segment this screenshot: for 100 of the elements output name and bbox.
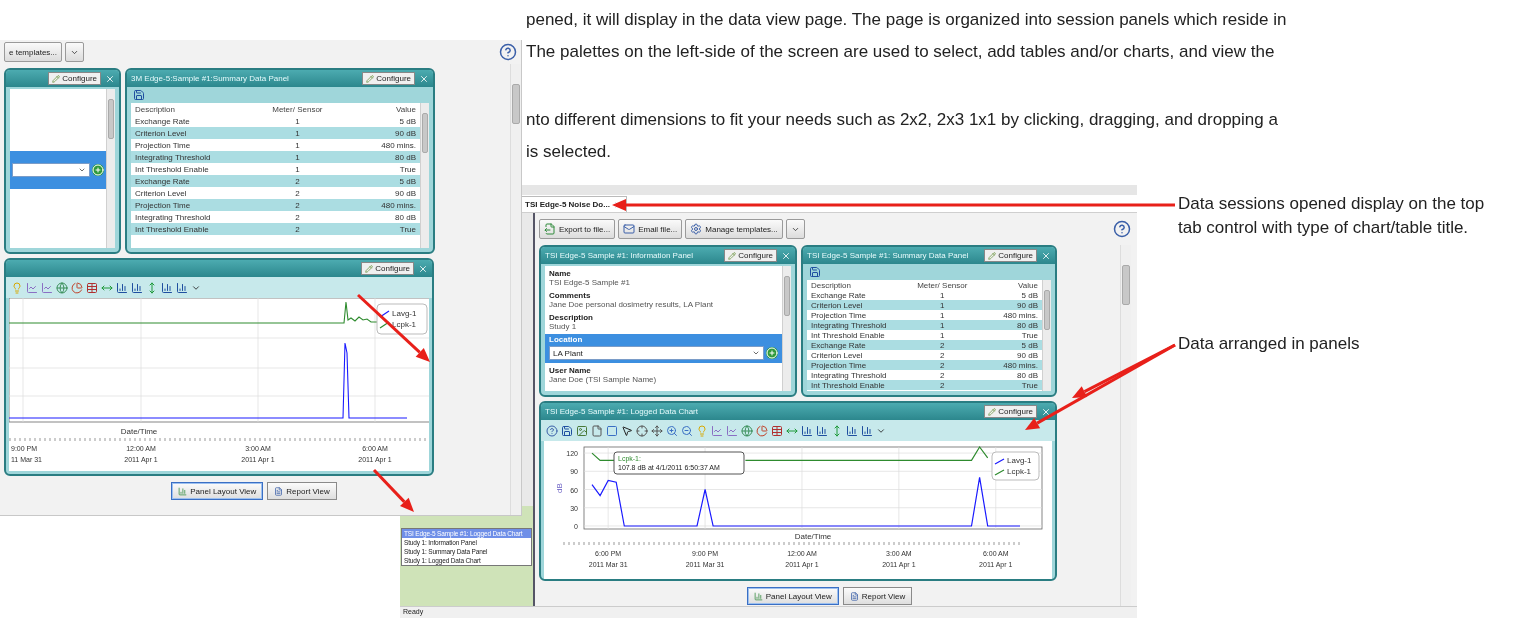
table-cell-text: Integrating Threshold <box>134 152 212 162</box>
table-cell-text: True <box>1020 380 1039 390</box>
table-cell-text: 5 dB <box>398 176 417 186</box>
callout-text: Data arranged in panels <box>1178 333 1361 355</box>
table-cell-text: True <box>398 164 417 174</box>
table-cell-text: 2 <box>939 360 946 370</box>
table-cell-text: 2 <box>939 340 946 350</box>
table-cell-text: Projection Time <box>134 140 192 150</box>
table-cell-text: Exchange Rate <box>134 116 191 126</box>
table-cell-text: Integrating Threshold <box>134 212 212 222</box>
info-field[interactable]: Location LA Plant <box>545 334 782 363</box>
table-cell-text: 5 dB <box>1020 290 1039 300</box>
configure-button[interactable]: Configure <box>724 249 777 262</box>
configure-button[interactable]: Configure <box>362 72 415 85</box>
table-cell-text: 5 dB <box>1020 340 1039 350</box>
table-cell-text: 2 <box>294 176 301 186</box>
column-header: Value <box>395 104 417 114</box>
configure-button[interactable]: Configure <box>48 72 101 85</box>
table-cell-text: Criterion Level <box>810 350 864 360</box>
table-cell-text: 2 <box>939 370 946 380</box>
table-cell-text: Integrating Threshold <box>810 370 888 380</box>
table-cell-text: 2 <box>294 188 301 198</box>
toolbar-button[interactable]: Export to file... <box>539 219 616 239</box>
toolbar-button[interactable]: Email file... <box>618 219 683 239</box>
table-cell-text: Exchange Rate <box>810 340 867 350</box>
table-cell-text: 80 dB <box>1016 370 1039 380</box>
view-button[interactable]: Panel Layout View <box>171 482 264 500</box>
table-cell-text: 1 <box>294 128 301 138</box>
axis-title: Date/Time <box>120 427 158 436</box>
field-label: Name <box>549 269 572 278</box>
table-cell-text: Criterion Level <box>134 128 188 138</box>
configure-button[interactable]: Configure <box>984 405 1037 418</box>
info-field[interactable]: Description Study 1 <box>545 312 782 332</box>
panel-title: TSI Edge-5 Sample #1: Information Panel <box>545 251 695 260</box>
configure-button[interactable]: Configure <box>361 262 414 275</box>
table-cell-text: Int Threshold Enable <box>134 224 210 234</box>
table-cell-text: 1 <box>939 330 946 340</box>
column-header: Description <box>134 104 176 114</box>
info-field[interactable]: Name TSI Edge-5 Sample #1 <box>545 268 782 288</box>
table-cell-text: 80 dB <box>1016 320 1039 330</box>
field-value: Study 1 <box>549 322 578 331</box>
column-header: Meter/ Sensor <box>916 280 969 290</box>
table-cell-text: 480 mins. <box>380 140 417 150</box>
axis-title: dB <box>555 483 564 493</box>
view-button[interactable]: Panel Layout View <box>746 587 839 605</box>
table-cell-text: 80 dB <box>394 152 417 162</box>
callout-text: Data sessions opened display on the top tab control with type of chart/table title. <box>1178 193 1486 239</box>
toolbar-button[interactable]: Manage templates... <box>685 219 783 239</box>
legend-label: Lavg-1 <box>392 309 417 318</box>
table-cell-text: 1 <box>939 300 946 310</box>
table-cell-text: 90 dB <box>394 128 417 138</box>
body-text: nto different dimensions to fit your needs such as 2x2, 2x3 1x1 by clicking, dragging, and dropping a <box>526 109 1279 131</box>
legend-label: Lavg-1 <box>1007 456 1032 465</box>
info-field[interactable]: Comments Jane Doe personal dosimetry results, LA Plant <box>545 290 782 310</box>
legend-label: Lcpk-1 <box>392 320 416 329</box>
table-cell-text: 1 <box>294 140 301 150</box>
templates-button[interactable]: e templates... <box>4 42 63 62</box>
table-cell-text: Projection Time <box>134 200 192 210</box>
table-cell-text: 90 dB <box>1016 300 1039 310</box>
legend-label: Lcpk-1 <box>1007 467 1031 476</box>
table-cell-text: Int Threshold Enable <box>134 164 210 174</box>
table-cell-text: 90 dB <box>1016 350 1039 360</box>
field-label: Description <box>549 313 594 322</box>
table-cell-text: 480 mins. <box>1002 360 1039 370</box>
column-header: Description <box>810 280 852 290</box>
table-cell-text: 480 mins. <box>1002 310 1039 320</box>
configure-button[interactable]: Configure <box>984 249 1037 262</box>
table-cell-text: 2 <box>294 212 301 222</box>
view-button[interactable]: Report View <box>842 587 913 605</box>
table-cell-text: 5 dB <box>398 116 417 126</box>
field-label: User Name <box>549 366 592 375</box>
panel-title: TSI Edge-5 Sample #1: Summary Data Panel <box>807 251 970 260</box>
table-cell-text: 2 <box>294 224 301 234</box>
table-cell-text: 1 <box>939 310 946 320</box>
info-field[interactable]: User Name Jane Doe (TSI Sample Name) <box>545 365 782 385</box>
table-cell-text: True <box>1020 330 1039 340</box>
table-cell-text: 480 mins. <box>380 200 417 210</box>
table-cell-text: Projection Time <box>810 310 868 320</box>
table-cell-text: 1 <box>294 116 301 126</box>
panel-title: TSI Edge-5 Sample #1: Logged Data Chart <box>545 407 699 416</box>
table-cell-text: 90 dB <box>394 188 417 198</box>
table-cell-text: Int Threshold Enable <box>810 380 886 390</box>
view-button[interactable]: Report View <box>267 482 337 500</box>
table-cell-text: 1 <box>294 152 301 162</box>
table-cell-text: Integrating Threshold <box>810 320 888 330</box>
body-text: pened, it will display in the data view page. The page is organized into session panels which reside in <box>526 9 1287 31</box>
table-cell-text: Projection Time <box>810 360 868 370</box>
table-cell-text: 2 <box>294 200 301 210</box>
table-cell-text: Criterion Level <box>134 188 188 198</box>
table-cell-text: 1 <box>939 320 946 330</box>
location-field[interactable]: LA Plant <box>549 346 764 360</box>
field-label: Location <box>549 335 584 344</box>
axis-title: Date/Time <box>794 532 832 541</box>
field-value: Jane Doe personal dosimetry results, LA Plant <box>549 300 715 309</box>
table-cell-text: 2 <box>939 350 946 360</box>
document-tab[interactable]: TSI Edge-5 Noise Do... <box>520 196 627 212</box>
field-value: TSI Edge-5 Sample #1 <box>549 278 631 287</box>
table-cell-text: Int Threshold Enable <box>810 330 886 340</box>
table-cell-text: Exchange Rate <box>810 290 867 300</box>
table-cell-text: Criterion Level <box>810 300 864 310</box>
